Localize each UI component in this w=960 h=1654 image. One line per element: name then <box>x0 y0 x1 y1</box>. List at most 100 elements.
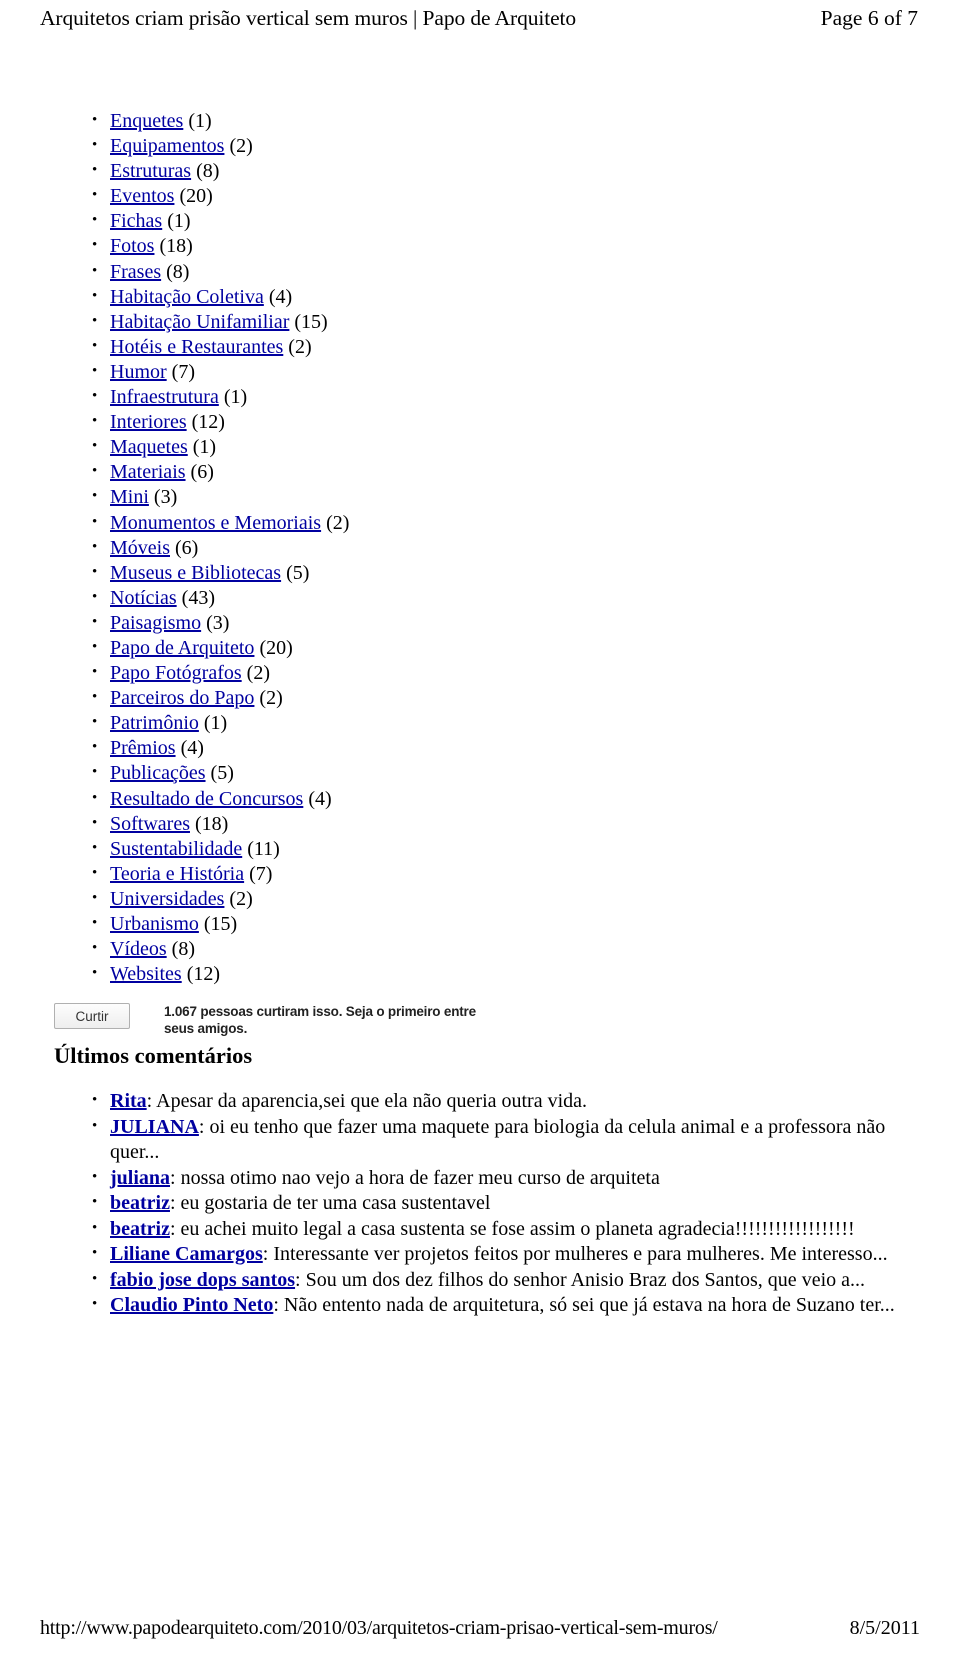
category-list-item: Enquetes (1) <box>40 108 920 134</box>
category-link[interactable]: Teoria e História <box>110 863 244 885</box>
category-link[interactable]: Websites <box>110 963 182 985</box>
comment-author-link[interactable]: fabio jose dops santos <box>110 1269 295 1291</box>
category-list-item: Móveis (6) <box>40 535 920 561</box>
category-list-item: Parceiros do Papo (2) <box>40 685 920 711</box>
comment-list-item: fabio jose dops santos: Sou um dos dez f… <box>40 1267 920 1294</box>
comment-author-link[interactable]: beatriz <box>110 1218 170 1240</box>
category-count: (43) <box>181 586 215 609</box>
category-link[interactable]: Museus e Bibliotecas <box>110 562 281 584</box>
category-link[interactable]: Humor <box>110 361 167 383</box>
page-header: Arquitetos criam prisão vertical sem mur… <box>40 0 920 31</box>
category-count: (15) <box>203 913 238 935</box>
category-list-item: Eventos (20) <box>40 183 920 209</box>
category-link[interactable]: Notícias <box>110 587 177 609</box>
category-list-item: Habitação Coletiva (4) <box>40 284 920 310</box>
category-list-item: Sustentabilidade (11) <box>40 836 920 862</box>
category-list-item: Materiais (6) <box>40 459 920 485</box>
category-link[interactable]: Fichas <box>110 210 162 232</box>
comment-list-item: Claudio Pinto Neto: Não entento nada de … <box>40 1292 920 1319</box>
comment-author-link[interactable]: JULIANA <box>110 1116 199 1138</box>
category-link[interactable]: Patrimônio <box>110 712 199 734</box>
category-link[interactable]: Papo Fotógrafos <box>110 662 242 684</box>
category-count: (1) <box>203 712 228 735</box>
header-page-indicator: Page 6 of 7 <box>820 6 918 30</box>
category-count: (6) <box>175 536 199 559</box>
category-list-item: Equipamentos (2) <box>40 133 920 159</box>
category-list-item: Maquetes (1) <box>40 434 920 460</box>
category-count: (7) <box>171 360 195 383</box>
category-count: (5) <box>210 762 234 785</box>
category-link[interactable]: Prêmios <box>110 737 176 759</box>
category-link[interactable]: Urbanismo <box>110 913 199 935</box>
comment-list-item: beatriz: eu gostaria de ter uma casa sus… <box>40 1190 920 1217</box>
category-list-item: Softwares (18) <box>40 811 920 837</box>
like-count-text: 1.067 pessoas curtiram isso. Seja o prim… <box>164 1004 476 1037</box>
comment-list-item: beatriz: eu achei muito legal a casa sus… <box>40 1216 920 1243</box>
comment-text: : nossa otimo nao vejo a hora de fazer m… <box>170 1166 660 1189</box>
category-list-item: Museus e Bibliotecas (5) <box>40 560 920 586</box>
category-link[interactable]: Habitação Unifamiliar <box>110 311 289 333</box>
comment-author-link[interactable]: Claudio Pinto Neto <box>110 1294 273 1316</box>
comment-author-link[interactable]: juliana <box>110 1167 170 1189</box>
category-count: (2) <box>259 687 283 710</box>
footer-url: http://www.papodearquiteto.com/2010/03/a… <box>40 1617 718 1639</box>
category-link[interactable]: Eventos <box>110 185 174 207</box>
category-list-item: Publicações (5) <box>40 760 920 786</box>
category-link[interactable]: Papo de Arquiteto <box>110 637 254 659</box>
category-link[interactable]: Estruturas <box>110 160 191 182</box>
category-link[interactable]: Enquetes <box>110 110 183 132</box>
category-count: (4) <box>268 285 293 308</box>
curtir-button[interactable]: Curtir <box>54 1003 130 1030</box>
category-count: (11) <box>247 837 280 860</box>
category-count: (7) <box>249 862 273 885</box>
comment-author-link[interactable]: Liliane Camargos <box>110 1243 263 1265</box>
category-list-item: Teoria e História (7) <box>40 861 920 887</box>
category-count: (1) <box>167 210 191 233</box>
category-list-item: Infraestrutura (1) <box>40 384 920 410</box>
category-list-item: Estruturas (8) <box>40 158 920 184</box>
category-count: (5) <box>286 561 310 584</box>
category-list-item: Interiores (12) <box>40 409 920 435</box>
category-link[interactable]: Fotos <box>110 235 154 257</box>
category-list: Enquetes (1)Equipamentos (2)Estruturas (… <box>40 108 920 987</box>
category-list-item: Fotos (18) <box>40 233 920 259</box>
comment-author-link[interactable]: Rita <box>110 1090 147 1112</box>
category-list-item: Patrimônio (1) <box>40 710 920 736</box>
document-page: Arquitetos criam prisão vertical sem mur… <box>0 0 960 1654</box>
comment-list-item: Rita: Apesar da aparencia,sei que ela nã… <box>40 1088 920 1115</box>
category-link[interactable]: Materiais <box>110 461 186 483</box>
comment-list-item: JULIANA: oi eu tenho que fazer uma maque… <box>40 1114 920 1166</box>
category-link[interactable]: Publicações <box>110 762 206 784</box>
category-count: (4) <box>180 737 204 760</box>
category-link[interactable]: Parceiros do Papo <box>110 687 254 709</box>
category-count: (8) <box>166 260 190 283</box>
category-count: (1) <box>188 110 212 132</box>
category-link[interactable]: Mini <box>110 486 149 508</box>
category-link[interactable]: Sustentabilidade <box>110 838 242 860</box>
category-link[interactable]: Frases <box>110 261 161 283</box>
category-list-item: Vídeos (8) <box>40 936 920 962</box>
category-link[interactable]: Resultado de Concursos <box>110 788 303 810</box>
category-link[interactable]: Maquetes <box>110 436 188 458</box>
category-count: (12) <box>186 963 221 986</box>
category-list-item: Prêmios (4) <box>40 735 920 761</box>
category-list-item: Websites (12) <box>40 961 920 987</box>
header-title: Arquitetos criam prisão vertical sem mur… <box>40 6 577 30</box>
comment-text: : Não entento nada de arquitetura, só se… <box>273 1294 895 1317</box>
category-link[interactable]: Equipamentos <box>110 135 224 157</box>
category-link[interactable]: Móveis <box>110 537 170 559</box>
category-link[interactable]: Interiores <box>110 411 187 433</box>
category-link[interactable]: Softwares <box>110 813 190 835</box>
category-count: (8) <box>171 938 195 961</box>
category-link[interactable]: Monumentos e Memoriais <box>110 512 321 534</box>
comment-text: : oi eu tenho que fazer uma maquete para… <box>110 1115 886 1164</box>
category-link[interactable]: Hotéis e Restaurantes <box>110 336 283 358</box>
category-link[interactable]: Infraestrutura <box>110 386 219 408</box>
comment-text: : eu gostaria de ter uma casa sustentave… <box>169 1192 491 1215</box>
category-link[interactable]: Paisagismo <box>110 612 201 634</box>
category-link[interactable]: Universidades <box>110 888 224 910</box>
category-link[interactable]: Vídeos <box>110 938 167 960</box>
category-link[interactable]: Habitação Coletiva <box>110 286 264 308</box>
category-list-item: Fichas (1) <box>40 208 920 234</box>
comment-author-link[interactable]: beatriz <box>110 1192 170 1214</box>
